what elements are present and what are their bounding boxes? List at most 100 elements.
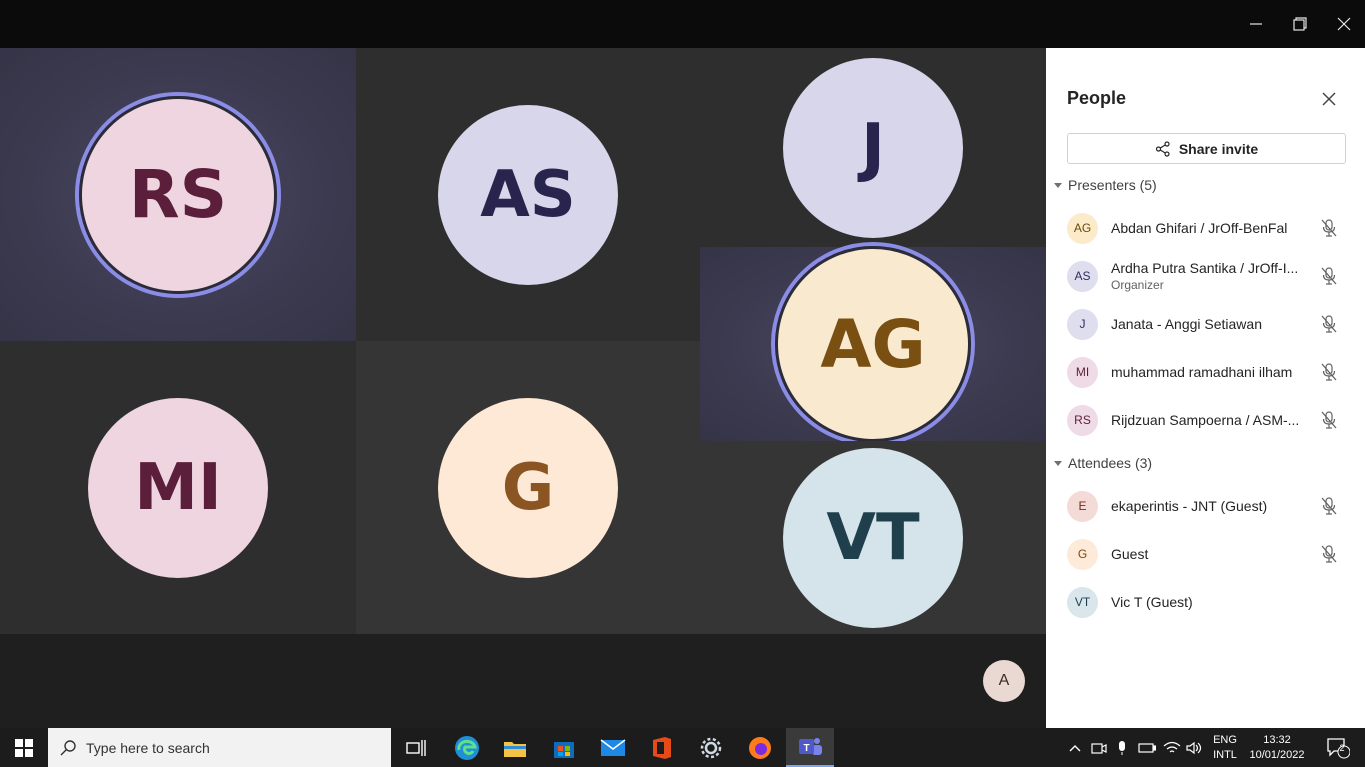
gear-icon (700, 737, 722, 758)
clock[interactable]: 13:32 10/01/2022 (1244, 728, 1310, 767)
input-language-indicator[interactable]: ENG INTL (1206, 728, 1244, 767)
people-panel: People Share invite Presenters (5) AG Abd… (1046, 48, 1365, 728)
teams-icon: T (799, 737, 822, 755)
caret-down-icon (1054, 460, 1062, 466)
windows-logo-icon (15, 738, 33, 757)
avatar-initials: G (501, 450, 555, 525)
meeting-stage: RS AS J AG MI G VT A (0, 48, 1046, 728)
video-tile[interactable]: VT (700, 441, 1046, 634)
notification-count-badge: 2 (1339, 743, 1345, 753)
participant-list-item[interactable]: AS Ardha Putra Santika / JrOff-I... Organi… (1067, 254, 1357, 298)
taskbar-search-box[interactable]: Type here to search (48, 728, 391, 767)
participant-list-item[interactable]: MI muhammad ramadhani ilham (1067, 350, 1357, 394)
microphone-tray-button[interactable] (1112, 728, 1132, 767)
action-center-button[interactable]: 2 (1318, 728, 1358, 767)
mic-muted-icon (1321, 267, 1337, 285)
camera-icon (1091, 742, 1107, 754)
store-icon (554, 741, 574, 758)
participant-avatar: VT (1067, 586, 1098, 618)
svg-text:T: T (803, 743, 809, 754)
attendees-label: Attendees (3) (1068, 455, 1153, 471)
network-tray-button[interactable] (1161, 728, 1183, 767)
participant-list-item[interactable]: Eekaperintis - JNT (Guest) (1067, 484, 1357, 528)
minimize-button[interactable] (1234, 0, 1278, 48)
video-tile[interactable]: MI (0, 341, 356, 634)
speaking-ring: AG (771, 242, 975, 446)
start-button[interactable] (0, 728, 48, 767)
show-hidden-icons-button[interactable] (1064, 728, 1086, 767)
store-taskbar-button[interactable] (540, 728, 588, 767)
participant-avatar: RS (1067, 404, 1098, 436)
mic-muted-icon (1321, 363, 1337, 381)
video-tile[interactable]: RS (0, 48, 356, 341)
participant-avatar: J (783, 57, 963, 238)
office-icon (653, 736, 671, 759)
teams-taskbar-button[interactable]: T (786, 728, 834, 767)
share-invite-button[interactable]: Share invite (1067, 133, 1346, 164)
volume-tray-button[interactable] (1184, 728, 1204, 767)
avatar-initials: VT (826, 500, 920, 575)
restore-button[interactable] (1278, 0, 1322, 48)
firefox-icon (749, 736, 771, 759)
mic-muted-icon (1321, 411, 1337, 429)
minimize-icon (1250, 23, 1262, 25)
settings-taskbar-button[interactable] (687, 728, 735, 767)
keyboard-layout: INTL (1213, 748, 1237, 761)
presenters-label: Presenters (5) (1068, 177, 1157, 193)
participant-list-item[interactable]: VT Vic T (Guest) (1067, 580, 1357, 624)
participant-name: ekaperintis - JNT (Guest) (1111, 498, 1268, 514)
mic-muted-icon (1321, 545, 1337, 563)
close-window-button[interactable] (1322, 0, 1365, 48)
mic-muted-icon (1321, 219, 1337, 237)
presenters-section-toggle[interactable]: Presenters (5) (1054, 177, 1157, 193)
participant-avatar: G (438, 397, 618, 578)
close-icon (1322, 92, 1336, 106)
video-tile[interactable]: AG (700, 242, 1046, 446)
participant-avatar: G (1067, 538, 1098, 570)
participant-list-item[interactable]: RS Rijdzuan Sampoerna / ASM-... (1067, 398, 1357, 442)
task-view-button[interactable] (392, 728, 440, 767)
firefox-taskbar-button[interactable] (736, 728, 784, 767)
speaking-ring: RS (75, 91, 281, 298)
avatar-initials: J (861, 110, 885, 185)
avatar-initials: AS (480, 157, 576, 232)
participant-name: muhammad ramadhani ilham (1111, 364, 1293, 380)
file-explorer-taskbar-button[interactable] (491, 728, 539, 767)
self-view-avatar[interactable]: A (983, 660, 1025, 702)
attendees-section-toggle[interactable]: Attendees (3) (1054, 455, 1152, 471)
participant-list-item[interactable]: AG Abdan Ghifari / JrOff-BenFal (1067, 206, 1357, 250)
close-panel-button[interactable] (1318, 88, 1340, 110)
caret-down-icon (1054, 182, 1062, 188)
task-view-icon (406, 739, 426, 756)
search-placeholder: Type here to search (86, 739, 210, 756)
avatar-initials: MI (134, 450, 222, 525)
office-taskbar-button[interactable] (638, 728, 686, 767)
avatar-initials: RS (128, 156, 228, 233)
battery-icon (1138, 742, 1156, 753)
video-tile[interactable]: G (356, 341, 700, 634)
language-code: ENG (1213, 733, 1237, 746)
participant-avatar: J (1067, 308, 1098, 340)
clock-time: 13:32 (1263, 733, 1291, 746)
window-title-bar (0, 0, 1365, 48)
restore-icon (1293, 17, 1307, 31)
clock-date: 10/01/2022 (1249, 748, 1305, 761)
participant-list-item[interactable]: G Guest (1067, 532, 1357, 576)
self-initials: A (998, 672, 1010, 689)
participant-name: Janata - Anggi Setiawan (1111, 316, 1262, 332)
participant-name: Abdan Ghifari / JrOff-BenFal (1111, 220, 1288, 236)
video-tile[interactable]: AS (356, 48, 700, 341)
battery-tray-button[interactable] (1136, 728, 1158, 767)
edge-taskbar-button[interactable] (443, 728, 491, 767)
share-icon (1155, 140, 1170, 157)
camera-tray-button[interactable] (1089, 728, 1109, 767)
participant-list-item[interactable]: J Janata - Anggi Setiawan (1067, 302, 1357, 346)
participant-name: Rijdzuan Sampoerna / ASM-... (1111, 412, 1300, 428)
mail-taskbar-button[interactable] (589, 728, 637, 767)
video-tile[interactable]: J (700, 48, 1046, 247)
microphone-icon (1119, 740, 1125, 755)
avatar-initials: AG (820, 305, 926, 383)
share-invite-label: Share invite (1178, 140, 1259, 157)
participant-name: Ardha Putra Santika / JrOff-I... (1111, 260, 1299, 276)
wifi-icon (1163, 741, 1181, 752)
